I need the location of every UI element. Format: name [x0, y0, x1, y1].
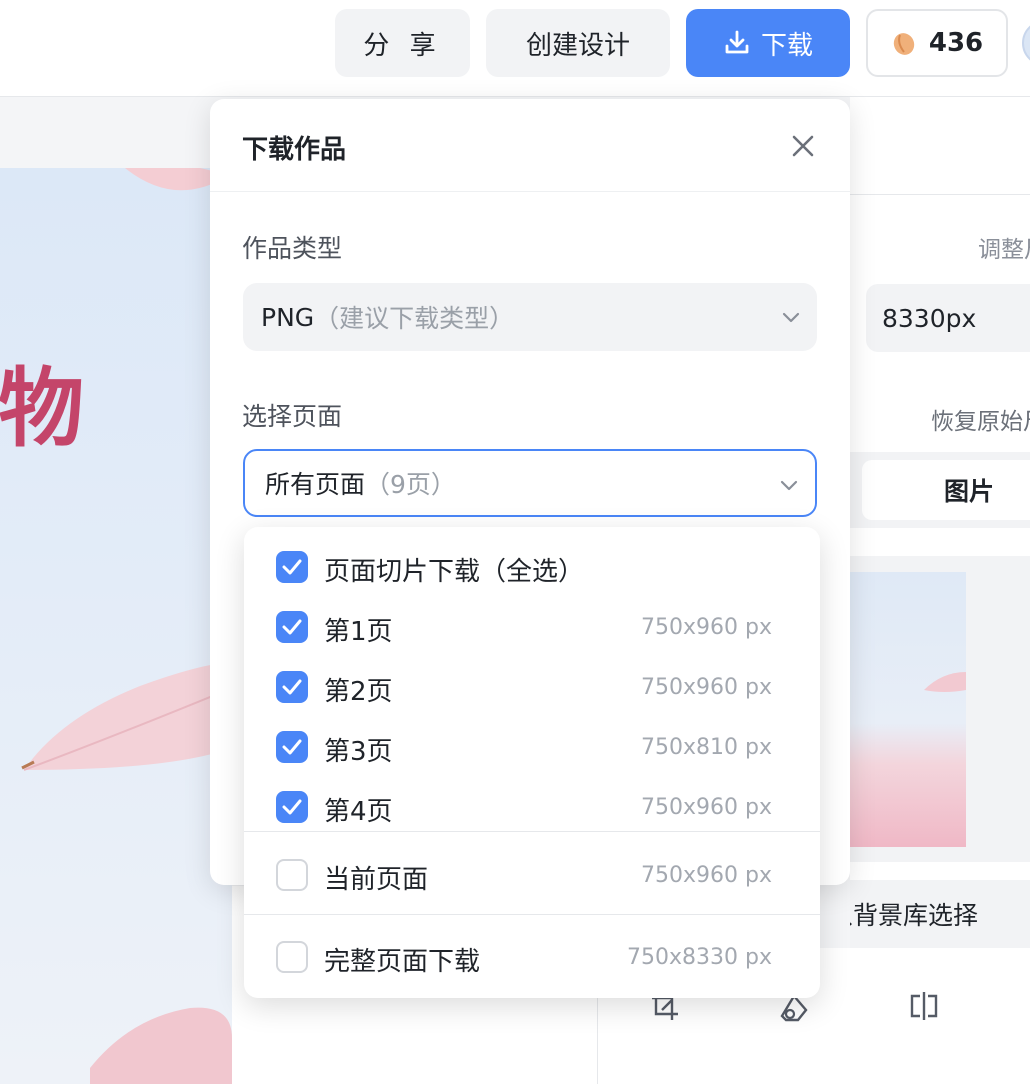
petal-decoration [21, 662, 232, 771]
page-option[interactable]: 第4页 750x960 px [244, 779, 820, 835]
page-dropdown: 页面切片下载（全选） 第1页 750x960 px 第2页 750x960 px… [244, 527, 820, 998]
page-option-label: 第3页 [324, 737, 393, 767]
petal-bottom-decoration [90, 1007, 232, 1084]
create-design-label: 创建设计 [525, 30, 630, 61]
current-page-label: 当前页面 [324, 865, 429, 895]
file-type-label: 作品类型 [242, 234, 343, 263]
page-checkbox[interactable] [276, 791, 308, 823]
page-option[interactable]: 第1页 750x960 px [244, 599, 820, 655]
download-button[interactable]: 下载 [686, 9, 850, 77]
page-option[interactable]: 第3页 750x810 px [244, 719, 820, 775]
modal-title: 下载作品 [242, 135, 347, 165]
select-all-checkbox[interactable] [276, 551, 308, 583]
restore-size-link[interactable]: 恢复原始尺寸 [931, 402, 1030, 436]
segment-image-tab[interactable]: 图片 [862, 460, 1030, 520]
share-label: 分 享 [363, 30, 442, 61]
right-panel-header [850, 97, 1030, 195]
select-all-option[interactable]: 页面切片下载（全选） [244, 539, 820, 595]
page-option-size: 750x960 px [641, 675, 772, 700]
check-icon [282, 799, 302, 815]
credits-value: 436 [928, 28, 984, 58]
current-page-option[interactable]: 当前页面 750x960 px [244, 847, 820, 903]
modal-header: 下载作品 [210, 99, 850, 192]
flip-icon[interactable] [906, 988, 942, 1024]
background-library-label: 从背景库选择 [850, 901, 979, 930]
editor-page: 分 享 创建设计 下载 436 物 调整 8330px 恢复原始 图片 背景库选… [0, 0, 1030, 1084]
page-checkbox[interactable] [276, 671, 308, 703]
page-option-label: 第2页 [324, 677, 393, 707]
current-page-checkbox[interactable] [276, 859, 308, 891]
height-value: 8330px [882, 303, 977, 333]
chevron-down-icon [780, 480, 798, 491]
full-page-label: 完整页面下载 [324, 947, 481, 977]
adjust-size-label: 调整尺寸 [978, 237, 1030, 263]
file-type-hint: （建议下载类型） [314, 304, 515, 333]
page-select-label: 选择页面 [242, 402, 343, 431]
background-thumbnail[interactable] [850, 572, 966, 847]
dropdown-divider [244, 831, 820, 832]
file-type-value: PNG [261, 302, 315, 332]
full-page-size: 750x8330 px [627, 945, 772, 970]
close-icon[interactable] [788, 131, 818, 161]
create-design-button[interactable]: 创建设计 [486, 9, 670, 77]
page-checkbox[interactable] [276, 731, 308, 763]
full-page-checkbox[interactable] [276, 941, 308, 973]
credits-badge[interactable]: 436 [866, 9, 1008, 77]
page-option-label: 第4页 [324, 797, 393, 827]
page-option-label: 第1页 [324, 617, 393, 647]
full-page-option[interactable]: 完整页面下载 750x8330 px [244, 929, 820, 985]
page-select-value: 所有页面 [265, 470, 366, 499]
canvas-title-text: 物 [0, 359, 84, 459]
check-icon [282, 559, 302, 575]
avatar[interactable] [1022, 20, 1030, 66]
download-icon [725, 30, 749, 54]
segment-image-label: 图片 [944, 477, 995, 506]
page-option-size: 750x810 px [641, 735, 772, 760]
check-icon [282, 679, 302, 695]
share-button[interactable]: 分 享 [335, 9, 470, 77]
page-checkbox[interactable] [276, 611, 308, 643]
download-label: 下载 [760, 30, 813, 61]
file-type-select[interactable]: PNG （建议下载类型） [243, 283, 817, 351]
height-input[interactable]: 8330px [866, 284, 1030, 352]
page-option-size: 750x960 px [641, 795, 772, 820]
current-page-size: 750x960 px [641, 863, 772, 888]
canvas-preview[interactable]: 物 [0, 168, 232, 1084]
thumbnail-petal [924, 672, 966, 692]
bean-icon [893, 33, 915, 55]
dropdown-divider [244, 914, 820, 915]
page-select-hint: （9页） [365, 470, 456, 499]
page-option-size: 750x960 px [641, 615, 772, 640]
select-all-label: 页面切片下载（全选） [324, 557, 585, 587]
chevron-down-icon [782, 312, 800, 323]
check-icon [282, 739, 302, 755]
top-toolbar: 分 享 创建设计 下载 436 [0, 0, 1030, 97]
background-library-button[interactable]: 从背景库选择 [850, 880, 1030, 948]
check-icon [282, 619, 302, 635]
page-select[interactable]: 所有页面 （9页） [243, 449, 817, 517]
page-option[interactable]: 第2页 750x960 px [244, 659, 820, 715]
